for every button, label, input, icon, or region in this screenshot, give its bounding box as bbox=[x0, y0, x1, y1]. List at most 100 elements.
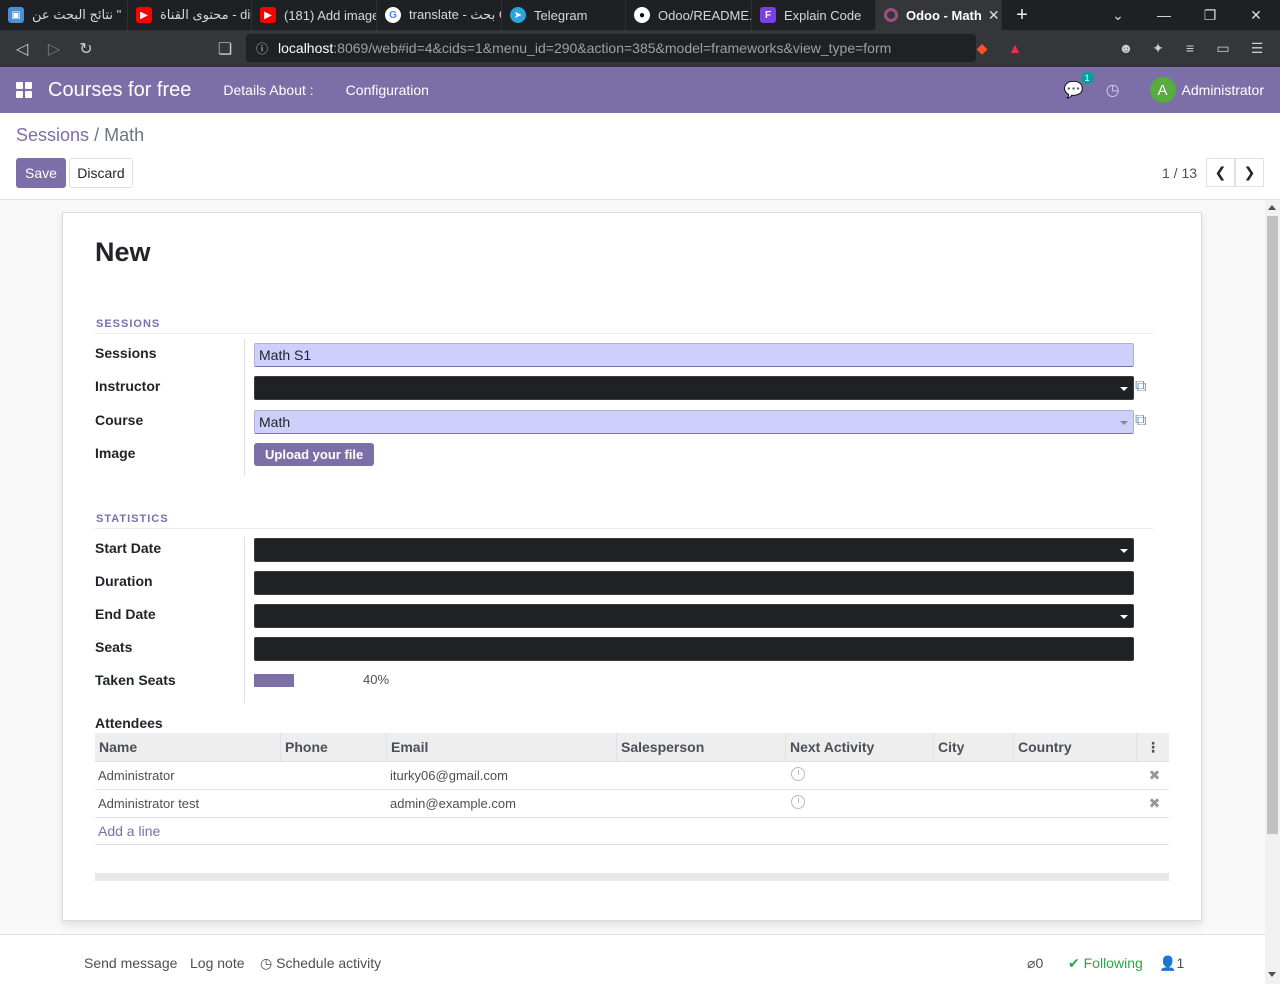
user-menu[interactable]: A Administrator bbox=[1149, 77, 1264, 103]
table-header: Name Phone Email Salesperson Next Activi… bbox=[95, 732, 1169, 762]
github-icon: ● bbox=[634, 7, 650, 23]
instructor-select[interactable] bbox=[254, 376, 1134, 400]
menu-icon[interactable]: ☰ bbox=[1245, 36, 1269, 60]
taken-seats-progress bbox=[254, 674, 294, 687]
schedule-activity-button[interactable]: ◷ Schedule activity bbox=[260, 955, 381, 972]
extension-icon[interactable]: ☻ bbox=[1114, 36, 1138, 60]
start-date-input[interactable] bbox=[254, 538, 1134, 562]
external-link-icon[interactable]: ⧉ bbox=[1135, 378, 1155, 398]
pager-previous-icon[interactable]: ❮ bbox=[1206, 158, 1235, 187]
brave-rewards-icon[interactable]: ▲ bbox=[1003, 36, 1027, 60]
apps-menu-icon[interactable] bbox=[0, 67, 48, 113]
course-select[interactable]: Math bbox=[254, 410, 1134, 434]
user-icon: 👤 bbox=[1159, 955, 1177, 971]
record-title: New bbox=[95, 237, 151, 267]
browser-tab[interactable]: ▣ نتائج البحث عن " bbox=[0, 0, 128, 30]
sessions-input[interactable]: Math S1 bbox=[254, 343, 1134, 367]
chevron-down-icon bbox=[1120, 615, 1128, 619]
scroll-down-icon[interactable] bbox=[1268, 972, 1276, 977]
duration-input[interactable] bbox=[254, 571, 1134, 595]
code-icon: F bbox=[760, 7, 776, 23]
back-icon[interactable]: ◁ bbox=[6, 33, 38, 65]
menu-details-about[interactable]: Details About : bbox=[223, 82, 313, 98]
activity-clock-icon[interactable] bbox=[791, 767, 805, 781]
column-next-activity[interactable]: Next Activity bbox=[786, 732, 934, 762]
save-button[interactable]: Save bbox=[16, 158, 66, 188]
chevron-down-icon bbox=[1120, 421, 1128, 425]
pager-value[interactable]: 1 / 13 bbox=[1162, 165, 1197, 181]
column-phone[interactable]: Phone bbox=[281, 732, 387, 762]
browser-tab[interactable]: ● Odoo/README.r bbox=[626, 0, 752, 30]
bookmark-icon[interactable]: ❏ bbox=[209, 33, 241, 65]
site-info-icon[interactable]: ⓘ bbox=[256, 40, 268, 57]
send-message-button[interactable]: Send message bbox=[84, 955, 177, 971]
chatter: Send message Log note ◷ Schedule activit… bbox=[0, 934, 1265, 984]
browser-tab[interactable]: F Explain Code bbox=[752, 0, 876, 30]
following-button[interactable]: ✔ Following bbox=[1068, 955, 1143, 972]
log-note-button[interactable]: Log note bbox=[190, 955, 245, 971]
close-tab-icon[interactable]: ✕ bbox=[982, 7, 1000, 24]
table-row[interactable]: Administrator test admin@example.com ✖ bbox=[95, 790, 1169, 818]
column-city[interactable]: City bbox=[934, 732, 1014, 762]
brave-shield-icon[interactable]: ◆ bbox=[970, 36, 994, 60]
browser-tab-active[interactable]: Odoo - Math ✕ bbox=[876, 0, 1002, 30]
column-name[interactable]: Name bbox=[95, 732, 281, 762]
puzzle-icon[interactable]: ✦ bbox=[1146, 36, 1170, 60]
messages-icon[interactable]: 💬 1 bbox=[1064, 72, 1094, 100]
clock-icon: ◷ bbox=[260, 955, 277, 971]
browser-tab-bar: ▣ نتائج البحث عن " ▶ محتوى القناة - dio … bbox=[0, 0, 1280, 30]
activity-clock-icon[interactable] bbox=[791, 795, 805, 809]
messages-badge: 1 bbox=[1080, 72, 1094, 84]
external-link-icon[interactable]: ⧉ bbox=[1135, 412, 1155, 432]
divider bbox=[244, 338, 245, 476]
playlist-icon[interactable]: ≡ bbox=[1178, 36, 1202, 60]
breadcrumb-sessions[interactable]: Sessions bbox=[16, 125, 89, 145]
browser-tab[interactable]: ▶ (181) Add image bbox=[252, 0, 377, 30]
upload-file-button[interactable]: Upload your file bbox=[254, 443, 375, 466]
column-email[interactable]: Email bbox=[387, 732, 617, 762]
web-icon: ▣ bbox=[8, 7, 24, 23]
seats-input[interactable] bbox=[254, 637, 1134, 661]
app-name[interactable]: Courses for free bbox=[48, 79, 191, 102]
forward-icon[interactable]: ▷ bbox=[38, 33, 70, 65]
optional-columns-icon[interactable]: ⋮ bbox=[1137, 733, 1169, 762]
attendees-table: Name Phone Email Salesperson Next Activi… bbox=[95, 732, 1169, 845]
pager-next-icon[interactable]: ❯ bbox=[1235, 158, 1264, 187]
delete-row-icon[interactable]: ✖ bbox=[1149, 767, 1161, 783]
discard-button[interactable]: Discard bbox=[69, 158, 133, 188]
label-sessions: Sessions bbox=[95, 345, 157, 361]
column-country[interactable]: Country bbox=[1014, 732, 1137, 762]
breadcrumb-separator: / bbox=[94, 125, 100, 145]
label-image: Image bbox=[95, 445, 136, 461]
label-end-date: End Date bbox=[95, 606, 156, 622]
address-bar[interactable]: ⓘ localhost:8069/web#id=4&cids=1&menu_id… bbox=[246, 34, 976, 62]
control-panel: Sessions / Math Save Discard 1 / 13 ❮ ❯ bbox=[0, 113, 1280, 200]
restore-icon[interactable]: ❐ bbox=[1187, 0, 1233, 30]
divider bbox=[95, 528, 1153, 529]
user-name: Administrator bbox=[1181, 82, 1264, 98]
divider bbox=[244, 537, 245, 703]
followers-button[interactable]: 👤1 bbox=[1159, 955, 1184, 972]
menu-configuration[interactable]: Configuration bbox=[346, 82, 429, 98]
scrollbar[interactable] bbox=[1265, 200, 1280, 984]
new-tab-button[interactable]: + bbox=[1002, 0, 1042, 30]
column-salesperson[interactable]: Salesperson bbox=[617, 732, 786, 762]
browser-tab[interactable]: ➤ Telegram bbox=[502, 0, 626, 30]
close-window-icon[interactable]: ✕ bbox=[1233, 0, 1279, 30]
browser-tab[interactable]: G translate - بحث G bbox=[377, 0, 502, 30]
delete-row-icon[interactable]: ✖ bbox=[1149, 795, 1161, 811]
table-row[interactable]: Administrator iturky06@gmail.com ✖ bbox=[95, 762, 1169, 790]
end-date-input[interactable] bbox=[254, 604, 1134, 628]
tab-search-icon[interactable]: ⌄ bbox=[1095, 0, 1141, 30]
youtube-icon: ▶ bbox=[136, 7, 152, 23]
wallet-icon[interactable]: ▭ bbox=[1211, 36, 1235, 60]
form-sheet: New SESSIONS Sessions Math S1 Instructor… bbox=[62, 212, 1202, 921]
browser-tab[interactable]: ▶ محتوى القناة - dio bbox=[128, 0, 252, 30]
activity-clock-icon[interactable]: ◷ bbox=[1106, 80, 1120, 100]
add-line-link[interactable]: Add a line bbox=[95, 818, 1169, 845]
attachments-button[interactable]: ⌀0 bbox=[1027, 955, 1043, 972]
scroll-thumb[interactable] bbox=[1267, 216, 1278, 834]
reload-icon[interactable]: ↻ bbox=[70, 33, 102, 65]
scroll-up-icon[interactable] bbox=[1268, 205, 1276, 210]
minimize-icon[interactable]: — bbox=[1141, 0, 1187, 30]
